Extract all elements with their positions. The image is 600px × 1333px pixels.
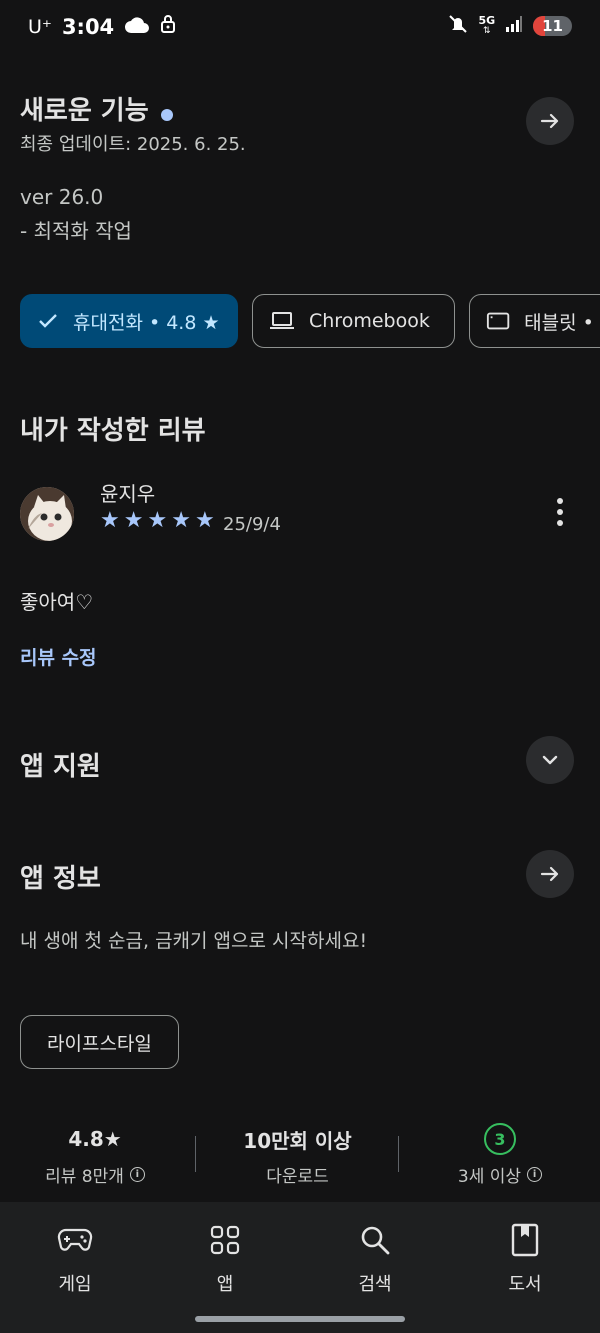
stat-content-rating: 3 3세 이상 i	[405, 1123, 595, 1187]
whats-new-title: 새로운 기능	[20, 96, 149, 126]
nav-item-games[interactable]: 게임	[15, 1222, 135, 1296]
star-icon: ★	[194, 508, 215, 533]
app-support-expand-button[interactable]	[526, 736, 574, 784]
last-updated: 최종 업데이트: 2025. 6. 25.	[20, 134, 246, 155]
stat-rating-value: 4.8★	[68, 1127, 122, 1151]
stat-downloads-value: 10만회 이상	[243, 1128, 352, 1153]
review-date: 25/9/4	[223, 514, 281, 535]
device-chip-tablet[interactable]: 태블릿 • 4	[469, 294, 600, 348]
device-chip-phone[interactable]: 휴대전화 • 4.8 ★	[20, 294, 238, 348]
whats-new-arrow-button[interactable]	[526, 97, 574, 145]
cloud-icon	[124, 15, 150, 39]
nav-label: 게임	[58, 1274, 92, 1295]
book-icon	[465, 1222, 585, 1258]
device-chip-label: 휴대전화 • 4.8 ★	[73, 311, 220, 334]
arrow-right-icon	[540, 866, 559, 882]
review-star-rating: ★ ★ ★ ★ ★	[100, 508, 215, 533]
review-text: 좋아여♡	[20, 590, 94, 614]
reviewer-name: 윤지우	[100, 482, 156, 506]
app-info-arrow-button[interactable]	[526, 850, 574, 898]
device-chip-chromebook[interactable]: Chromebook	[252, 294, 455, 348]
age-rating-label: 3세 이상	[457, 1167, 522, 1187]
review-more-options-button[interactable]	[546, 498, 574, 530]
status-bar-left: U⁺ 3:04	[28, 14, 176, 39]
mute-icon	[448, 14, 468, 38]
nav-label: 검색	[358, 1274, 392, 1295]
stat-content-rating-label: 3세 이상 i	[405, 1162, 595, 1187]
lock-icon	[160, 14, 176, 39]
stat-downloads: 10만회 이상 다운로드	[200, 1124, 395, 1188]
category-chip[interactable]: 라이프스타일	[20, 1015, 179, 1069]
my-review-title: 내가 작성한 리뷰	[20, 416, 206, 446]
info-icon[interactable]: i	[527, 1167, 543, 1182]
stat-downloads-label: 다운로드	[266, 1167, 329, 1187]
nav-item-books[interactable]: 도서	[465, 1222, 585, 1296]
whats-new-header: 새로운 기능	[20, 90, 173, 127]
gamepad-icon	[15, 1222, 135, 1258]
app-support-title: 앱 지원	[20, 752, 101, 782]
clock: 3:04	[61, 14, 115, 39]
gesture-handle[interactable]	[195, 1316, 405, 1322]
nav-label: 앱	[216, 1274, 234, 1295]
status-bar-right: 5G ⇅ 11	[448, 14, 572, 38]
edit-review-link[interactable]: 리뷰 수정	[20, 643, 97, 670]
device-chip-label: 태블릿 • 4	[524, 311, 600, 334]
nav-label: 도서	[508, 1274, 542, 1295]
bottom-navigation: 게임 앱 검색 도서	[0, 1202, 600, 1333]
nav-item-search[interactable]: 검색	[315, 1222, 435, 1296]
stat-rating-label: 리뷰 8만개 i	[0, 1162, 190, 1187]
update-note: - 최적화 작업	[20, 219, 132, 243]
app-description: 내 생애 첫 순금, 금캐기 앱으로 시작하세요!	[20, 930, 368, 952]
review-count-label: 리뷰 8만개	[45, 1167, 124, 1187]
info-icon[interactable]: i	[129, 1167, 145, 1182]
star-icon: ★	[100, 508, 120, 533]
chevron-down-icon	[542, 755, 558, 765]
nav-item-apps[interactable]: 앱	[165, 1222, 285, 1296]
star-icon: ★	[147, 508, 168, 533]
age-rating-badge-icon: 3	[484, 1123, 516, 1155]
tablet-icon	[486, 312, 510, 330]
laptop-icon	[270, 312, 294, 329]
star-icon: ★	[171, 508, 191, 533]
search-icon	[315, 1222, 435, 1258]
stat-divider	[195, 1136, 196, 1172]
network-type-label: 5G	[478, 14, 496, 27]
app-info-title: 앱 정보	[20, 864, 101, 894]
battery-indicator: 11	[533, 16, 572, 36]
network-type-icon: 5G ⇅	[478, 14, 496, 36]
stat-rating: 4.8★ 리뷰 8만개 i	[0, 1124, 190, 1187]
new-dot-icon	[160, 108, 173, 121]
apps-grid-icon	[165, 1222, 285, 1258]
more-vert-icon	[557, 498, 563, 526]
star-icon: ★	[123, 508, 144, 533]
device-chip-label: Chromebook	[309, 310, 430, 332]
battery-level: 11	[542, 17, 563, 35]
avatar	[20, 487, 74, 541]
signal-icon	[505, 16, 523, 36]
carrier-label: U⁺	[28, 15, 52, 38]
arrow-right-icon	[540, 113, 559, 129]
check-icon	[39, 314, 57, 328]
stat-divider	[398, 1136, 399, 1172]
version-text: ver 26.0	[20, 185, 104, 209]
